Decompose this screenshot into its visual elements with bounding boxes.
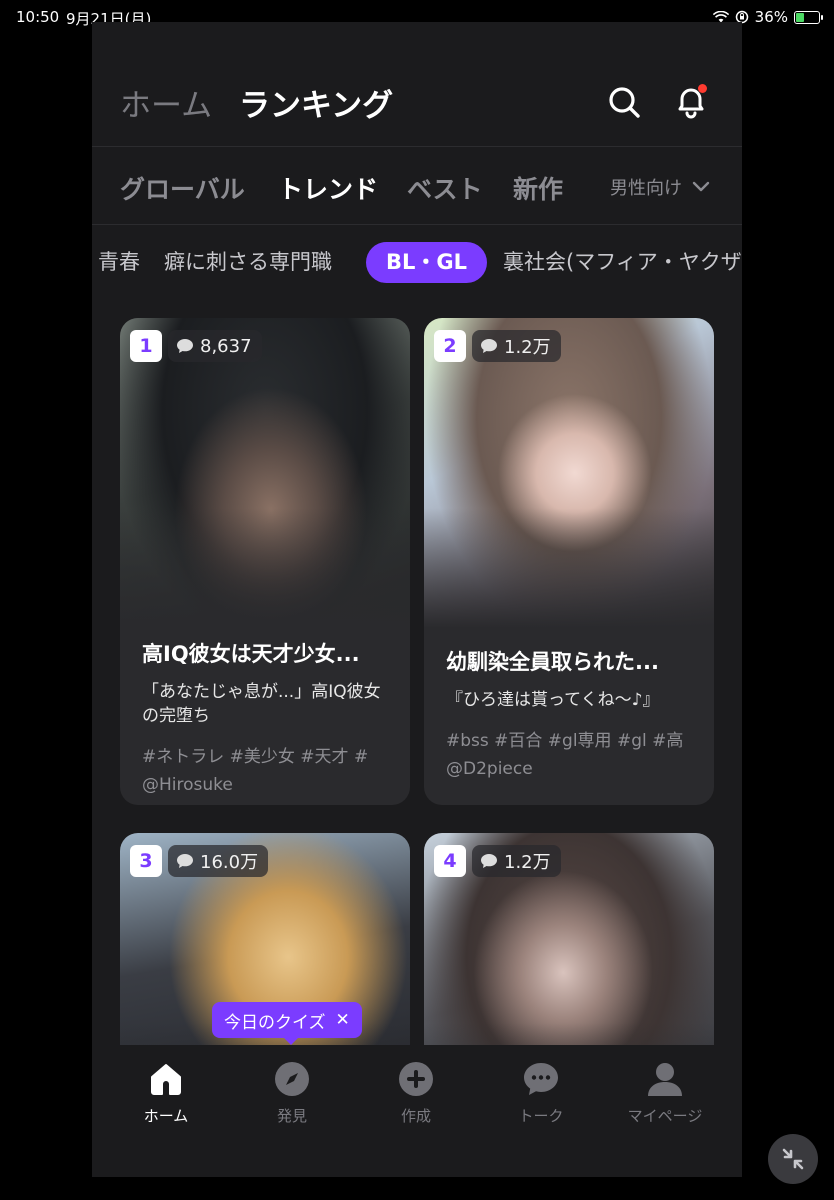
ranking-card[interactable]: 1 8,637 高IQ彼女は天才少女... 「あなたじゃ息が...」高IQ彼女の… [120, 318, 410, 805]
nav-label: トーク [518, 1107, 564, 1125]
card-body: 高IQ彼女は天才少女... 「あなたじゃ息が...」高IQ彼女の完堕ち #ネトラ… [142, 638, 392, 795]
nav-label: 作成 [400, 1107, 431, 1125]
comment-count: 1.2万 [472, 330, 561, 362]
daily-quiz-bubble[interactable]: 今日のクイズ ✕ [212, 1002, 362, 1045]
tab-best[interactable]: ベスト [407, 170, 483, 206]
comment-count-value: 1.2万 [504, 337, 551, 358]
nav-talk[interactable]: トーク [481, 1059, 601, 1126]
nav-create[interactable]: 作成 [356, 1059, 476, 1126]
comment-icon [481, 339, 497, 353]
app-window: ホーム ランキング グローバル トレンド ベスト 新作 男性向け 青春 癖に刺さ… [92, 22, 742, 1177]
nav-mypage[interactable]: マイページ [605, 1059, 725, 1126]
genre-row: 青春 癖に刺さる専門職 BL・GL 裏社会(マフィア・ヤクザ [92, 238, 742, 288]
comment-count-value: 16.0万 [200, 852, 259, 873]
rank-badge: 4 [434, 845, 466, 877]
bottom-nav: ホーム 発見 作成 トーク マイページ [92, 1045, 742, 1177]
comment-count-value: 8,637 [200, 335, 252, 357]
chevron-down-icon [692, 181, 710, 192]
header: ホーム ランキング [92, 22, 742, 147]
battery-fill [796, 12, 804, 22]
tab-new[interactable]: 新作 [513, 170, 563, 206]
comment-icon [177, 339, 193, 353]
tab-home[interactable]: ホーム [120, 80, 212, 125]
card-title: 高IQ彼女は天才少女... [142, 642, 360, 666]
card-tags: #ネトラレ #美少女 #天才 # [142, 747, 369, 767]
status-time: 10:50 [16, 8, 60, 26]
notification-button[interactable] [670, 80, 712, 122]
card-tags: #bss #百合 #gl専用 #gl #高 [446, 731, 684, 751]
card-description: 『ひろ達は貰ってくね〜♪』 [446, 690, 660, 710]
nav-label: 発見 [276, 1107, 307, 1125]
tab-global[interactable]: グローバル [120, 170, 245, 206]
home-icon [151, 1064, 181, 1095]
daily-quiz-label: 今日のクイズ [224, 1012, 326, 1033]
card-cover-image [120, 318, 410, 628]
compass-icon [275, 1062, 309, 1096]
rank-badge: 3 [130, 845, 162, 877]
search-button[interactable] [604, 82, 644, 122]
chat-icon [524, 1063, 558, 1095]
person-icon [648, 1063, 682, 1096]
comment-icon [481, 854, 497, 868]
rank-badge: 2 [434, 330, 466, 362]
notification-dot [698, 84, 707, 93]
nav-home[interactable]: ホーム [106, 1059, 226, 1126]
comment-icon [177, 854, 193, 868]
genre-chip-active[interactable]: BL・GL [366, 242, 488, 283]
card-body: 幼馴染全員取られた... 『ひろ達は貰ってくね〜♪』 #bss #百合 #gl専… [446, 646, 696, 779]
gender-filter[interactable]: 男性向け [610, 174, 710, 200]
card-author: @Hirosuke [142, 775, 233, 795]
comment-count: 1.2万 [472, 845, 561, 877]
gender-filter-label: 男性向け [610, 178, 682, 199]
nav-label: マイページ [627, 1107, 703, 1125]
tab-ranking[interactable]: ランキング [239, 80, 393, 125]
card-cover-image [424, 318, 714, 628]
comment-count-value: 1.2万 [504, 852, 551, 873]
tab-trend[interactable]: トレンド [278, 170, 378, 206]
close-icon[interactable]: ✕ [336, 1010, 350, 1030]
plus-icon [399, 1062, 433, 1096]
search-icon [609, 87, 640, 118]
card-description: 「あなたじゃ息が...」高IQ彼女の完堕ち [142, 682, 381, 726]
ranking-tabs: グローバル トレンド ベスト 新作 男性向け [92, 147, 742, 225]
battery-percent: 36% [754, 8, 788, 26]
card-author: @D2piece [446, 759, 533, 779]
comment-count: 8,637 [168, 330, 262, 362]
battery-icon [794, 10, 823, 24]
collapse-button[interactable] [768, 1134, 818, 1184]
genre-chip[interactable]: 裏社会(マフィア・ヤクザ [503, 246, 742, 276]
genre-chip[interactable]: 癖に刺さる専門職 [164, 246, 332, 276]
collapse-arrows-icon [782, 1148, 804, 1170]
nav-label: ホーム [143, 1107, 189, 1125]
genre-chip[interactable]: 青春 [98, 246, 140, 276]
card-title: 幼馴染全員取られた... [446, 650, 659, 674]
rank-badge: 1 [130, 330, 162, 362]
ranking-card[interactable]: 2 1.2万 幼馴染全員取られた... 『ひろ達は貰ってくね〜♪』 #bss #… [424, 318, 714, 805]
comment-count: 16.0万 [168, 845, 269, 877]
nav-discover[interactable]: 発見 [232, 1059, 352, 1126]
